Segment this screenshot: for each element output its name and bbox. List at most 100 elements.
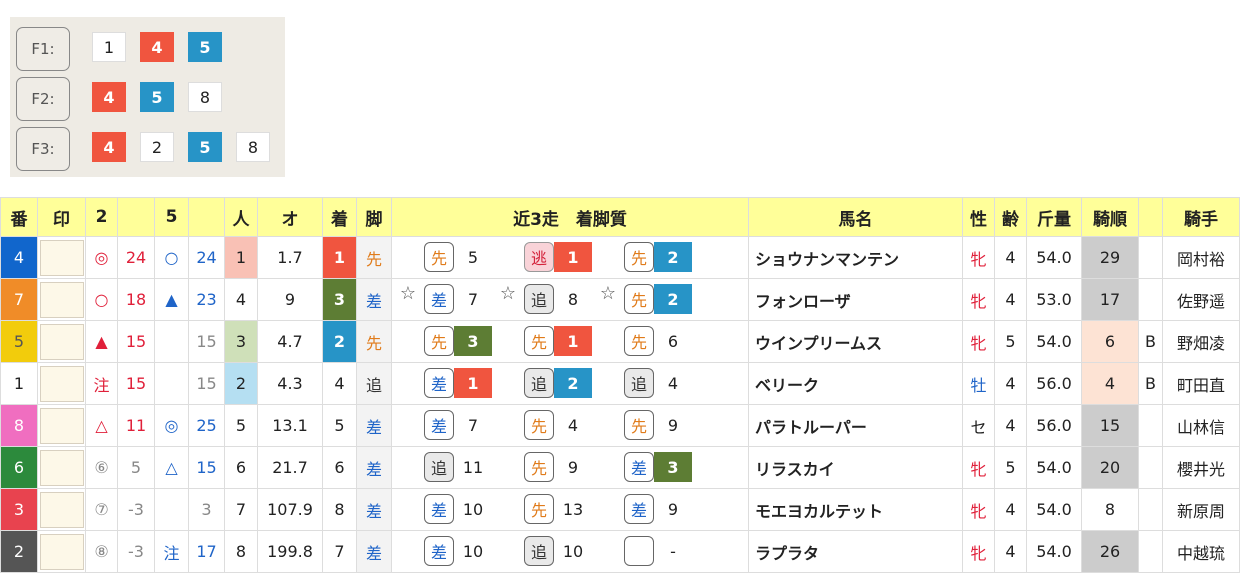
mark-input[interactable] bbox=[39, 407, 84, 444]
mark-input-cell[interactable] bbox=[37, 488, 86, 531]
column-header: 5 bbox=[154, 197, 189, 237]
run-finish: 1 bbox=[554, 242, 592, 272]
mark-input[interactable] bbox=[39, 281, 84, 318]
run-finish: 11 bbox=[462, 457, 484, 477]
mark-input-cell[interactable] bbox=[37, 362, 86, 405]
horse-name-link[interactable]: ベリーク bbox=[748, 362, 963, 405]
run-style-badge: 先 bbox=[424, 242, 454, 272]
jockey-rank: 6 bbox=[1081, 320, 1139, 363]
predict-mark-2: ◎ bbox=[85, 236, 118, 279]
formation-label-button[interactable]: F1: bbox=[16, 27, 70, 71]
formation-label-button[interactable]: F2: bbox=[16, 77, 70, 121]
horse-name-link[interactable]: フォンローザ bbox=[748, 278, 963, 321]
age: 5 bbox=[994, 320, 1027, 363]
mark-input-cell[interactable] bbox=[37, 446, 86, 489]
mark-input-cell[interactable] bbox=[37, 530, 86, 573]
formation-number: 2 bbox=[140, 132, 174, 162]
predict-score-5: 23 bbox=[188, 278, 225, 321]
finish-position: 8 bbox=[322, 488, 357, 531]
jockey-name: 岡村裕 bbox=[1162, 236, 1240, 279]
run-style-badge: 追 bbox=[524, 536, 554, 566]
mark-input[interactable] bbox=[39, 365, 84, 402]
run-style-badge: 追 bbox=[524, 368, 554, 398]
run-style-badge: 先 bbox=[624, 326, 654, 356]
age: 4 bbox=[994, 530, 1027, 573]
column-header bbox=[117, 197, 155, 237]
race-table: 番印 2 5 人オ着脚近3走 着脚質 馬名性齢斤量 騎順 騎手 4 ◎ 24 ○ 24 1 1.7 1 先先… bbox=[0, 197, 1240, 573]
column-header: 齢 bbox=[994, 197, 1027, 237]
popularity: 4 bbox=[224, 278, 258, 321]
formation-number: 4 bbox=[92, 132, 126, 162]
running-style: 差 bbox=[356, 530, 392, 573]
waku-number: 4 bbox=[0, 236, 38, 279]
recent-3-runs: 追 11 先 9 差 3 bbox=[391, 446, 749, 489]
popularity: 7 bbox=[224, 488, 258, 531]
run-finish: 8 bbox=[567, 289, 579, 309]
run-style-badge: 追 bbox=[424, 452, 454, 482]
horse-name-link[interactable]: ウインプリームス bbox=[748, 320, 963, 363]
predict-mark-5 bbox=[154, 488, 189, 531]
table-row: 2 ⑧ -3 注 17 8 199.8 7 差差 10 追 10- ラプラタ牝 4 54.0 26 中越琉 bbox=[0, 530, 1240, 573]
finish-position: 4 bbox=[322, 362, 357, 405]
predict-mark-5: △ bbox=[154, 446, 189, 489]
mark-input[interactable] bbox=[39, 239, 84, 276]
predict-mark-5: ◎ bbox=[154, 404, 189, 447]
horse-name-link[interactable]: パラトルーパー bbox=[748, 404, 963, 447]
horse-name-link[interactable]: ショウナンマンテン bbox=[748, 236, 963, 279]
run-style-badge: 追 bbox=[624, 368, 654, 398]
predict-score-2: -3 bbox=[117, 488, 155, 531]
predict-score-2: 5 bbox=[117, 446, 155, 489]
weight: 53.0 bbox=[1026, 278, 1082, 321]
mark-input[interactable] bbox=[39, 449, 84, 486]
predict-mark-2: △ bbox=[85, 404, 118, 447]
run-finish: 4 bbox=[667, 373, 679, 393]
age: 4 bbox=[994, 278, 1027, 321]
blinker: B bbox=[1138, 362, 1163, 405]
column-header: 印 bbox=[37, 197, 86, 237]
horse-name-link[interactable]: モエヨカルテット bbox=[748, 488, 963, 531]
predict-score-2: 18 bbox=[117, 278, 155, 321]
recent-3-runs: 先3先1先6 bbox=[391, 320, 749, 363]
run-finish: 7 bbox=[467, 415, 479, 435]
popularity: 5 bbox=[224, 404, 258, 447]
mark-input[interactable] bbox=[39, 533, 84, 570]
run-finish: 3 bbox=[654, 452, 692, 482]
mark-input-cell[interactable] bbox=[37, 404, 86, 447]
mark-input-cell[interactable] bbox=[37, 236, 86, 279]
column-header: 騎順 bbox=[1081, 197, 1139, 237]
run-style-badge: 逃 bbox=[524, 242, 554, 272]
recent-3-runs: 先5逃1先2 bbox=[391, 236, 749, 279]
predict-mark-2: ⑥ bbox=[85, 446, 118, 489]
table-row: 6 ⑥ 5 △ 15 6 21.7 6 差追 11 先 9 差 3 リラスカイ牝 5 54.0 20 櫻井光 bbox=[0, 446, 1240, 489]
formation-number: 8 bbox=[236, 132, 270, 162]
odds: 13.1 bbox=[257, 404, 323, 447]
horse-name-link[interactable]: ラプラタ bbox=[748, 530, 963, 573]
waku-number: 5 bbox=[0, 320, 38, 363]
run-finish: 10 bbox=[462, 499, 484, 519]
run-style-badge: 先 bbox=[524, 410, 554, 440]
sex: 牝 bbox=[962, 488, 995, 531]
run-finish: 2 bbox=[654, 284, 692, 314]
formation-number: 8 bbox=[188, 82, 222, 112]
mark-input[interactable] bbox=[39, 323, 84, 360]
mark-input-cell[interactable] bbox=[37, 278, 86, 321]
popularity: 6 bbox=[224, 446, 258, 489]
blinker bbox=[1138, 488, 1163, 531]
running-style: 先 bbox=[356, 236, 392, 279]
predict-mark-2: ▲ bbox=[85, 320, 118, 363]
horse-name-link[interactable]: リラスカイ bbox=[748, 446, 963, 489]
run-finish: 7 bbox=[467, 289, 479, 309]
predict-score-2: 15 bbox=[117, 320, 155, 363]
column-header: 着 bbox=[322, 197, 357, 237]
table-row: 5 ▲ 15 15 3 4.7 2 先先 3 先 1 先 6 ウインプリームス牝 5 54.0 6 B 野畑凌 bbox=[0, 320, 1240, 363]
jockey-rank: 4 bbox=[1081, 362, 1139, 405]
sex: 牡 bbox=[962, 362, 995, 405]
formation-label-button[interactable]: F3: bbox=[16, 127, 70, 171]
predict-score-2: 11 bbox=[117, 404, 155, 447]
run-finish: 1 bbox=[554, 326, 592, 356]
mark-input-cell[interactable] bbox=[37, 320, 86, 363]
predict-mark-5: 注 bbox=[154, 530, 189, 573]
weight: 54.0 bbox=[1026, 488, 1082, 531]
mark-input[interactable] bbox=[39, 491, 84, 528]
column-header: 騎手 bbox=[1162, 197, 1240, 237]
